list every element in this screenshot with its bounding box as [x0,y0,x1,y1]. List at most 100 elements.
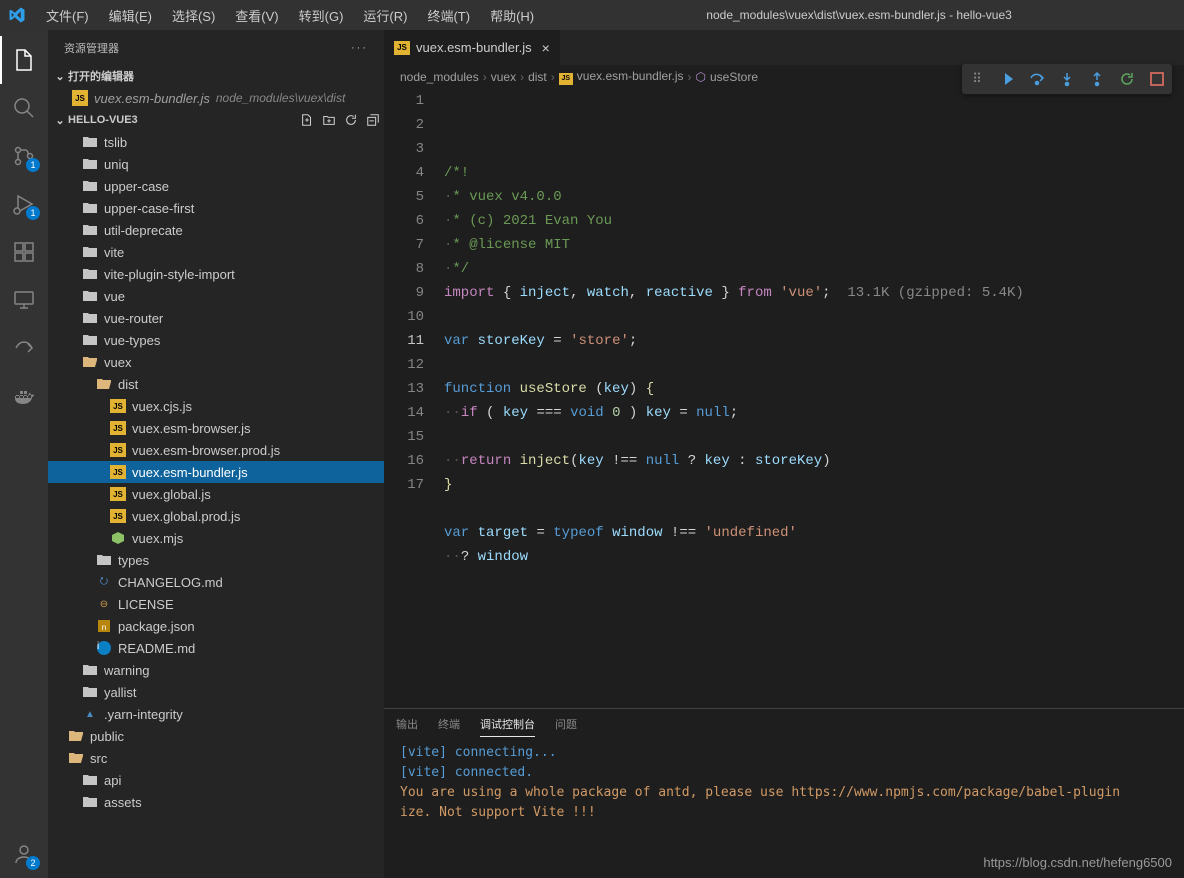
tree-item[interactable]: JSvuex.esm-bundler.js [48,461,384,483]
remote-icon[interactable] [0,276,48,324]
tree-item[interactable]: vite-plugin-style-import [48,263,384,285]
run-debug-icon[interactable]: 1 [0,180,48,228]
line-gutter: 12345678910▷11121314151617 [384,89,444,708]
extensions-icon[interactable] [0,228,48,276]
tree-item[interactable]: JSvuex.global.js [48,483,384,505]
explorer-icon[interactable] [0,36,48,84]
panel-tab[interactable]: 输出 [396,712,418,736]
close-icon[interactable]: × [542,40,550,56]
open-editor-item[interactable]: JS vuex.esm-bundler.js node_modules\vuex… [48,87,384,109]
source-control-icon[interactable]: 1 [0,132,48,180]
tree-label: vuex [104,355,131,370]
folder-icon [82,794,98,810]
new-file-icon[interactable] [300,113,314,127]
menu-item[interactable]: 运行(R) [355,2,415,29]
menu-item[interactable]: 文件(F) [38,2,97,29]
tree-item[interactable]: upper-case [48,175,384,197]
tree-item[interactable]: JSvuex.esm-browser.prod.js [48,439,384,461]
tree-item[interactable]: JSvuex.cjs.js [48,395,384,417]
tree-item[interactable]: vuex [48,351,384,373]
tree-item[interactable]: yallist [48,681,384,703]
js-file-icon: JS [394,41,410,55]
menu-item[interactable]: 选择(S) [164,2,223,29]
search-icon[interactable] [0,84,48,132]
open-editors-label: 打开的编辑器 [68,68,134,84]
breadcrumb-item[interactable]: node_modules [400,70,479,84]
tree-item[interactable]: vuex.mjs [48,527,384,549]
tree-item[interactable]: tslib [48,131,384,153]
tree-item[interactable]: vue-router [48,307,384,329]
folder-open-icon [82,354,98,370]
tree-item[interactable]: ⊖LICENSE [48,593,384,615]
refresh-icon[interactable] [344,113,358,127]
folder-icon [82,266,98,282]
tree-item[interactable]: iREADME.md [48,637,384,659]
tree-label: upper-case [104,179,169,194]
folder-icon [82,178,98,194]
tree-label: package.json [118,619,195,634]
tree-item[interactable]: dist [48,373,384,395]
tree-item[interactable]: ▲.yarn-integrity [48,703,384,725]
tree-item[interactable]: warning [48,659,384,681]
menu-item[interactable]: 终端(T) [419,2,478,29]
tree-item[interactable]: ⭮CHANGELOG.md [48,571,384,593]
tree-item[interactable]: src [48,747,384,769]
folder-icon [82,134,98,150]
tree-item[interactable]: vue [48,285,384,307]
tree-item[interactable]: JSvuex.global.prod.js [48,505,384,527]
tree-item[interactable]: upper-case-first [48,197,384,219]
breadcrumb-item[interactable]: dist [528,70,547,84]
file-tree: tslib uniq upper-case upper-case-firstutil-… [48,131,384,878]
editor-body[interactable]: 12345678910▷11121314151617 /*!·* vuex v4… [384,89,1184,708]
tree-item[interactable]: JSvuex.esm-browser.js [48,417,384,439]
tree-item[interactable]: assets [48,791,384,813]
tree-item[interactable]: vite [48,241,384,263]
tree-item[interactable]: vue-types [48,329,384,351]
restart-icon[interactable] [1118,70,1136,88]
code-content[interactable]: /*!·* vuex v4.0.0·* (c) 2021 Evan You·* … [444,89,1184,708]
tree-item[interactable]: util-deprecate [48,219,384,241]
accounts-icon[interactable]: 2 [0,830,48,878]
docker-icon[interactable] [0,372,48,420]
panel-tab[interactable]: 调试控制台 [480,712,535,737]
menu-item[interactable]: 编辑(E) [101,2,160,29]
step-over-icon[interactable] [1028,70,1046,88]
collapse-all-icon[interactable] [366,113,380,127]
workspace-section[interactable]: ⌄ HELLO-VUE3 [48,109,384,131]
tree-label: vue-types [104,333,160,348]
tree-label: README.md [118,641,195,656]
panel-tab[interactable]: 终端 [438,712,460,736]
breadcrumb-item[interactable]: ⬡useStore [696,70,759,84]
editor-area: ⠿ JS vuex.esm-bundler.js × node_modules›… [384,30,1184,878]
tree-item[interactable]: npackage.json [48,615,384,637]
stop-icon[interactable] [1148,70,1166,88]
tab-vuex-esm-bundler[interactable]: JS vuex.esm-bundler.js × [384,30,561,65]
breadcrumb-item[interactable]: JSvuex.esm-bundler.js [559,69,684,85]
menu-item[interactable]: 查看(V) [227,2,286,29]
tree-label: vuex.global.js [132,487,211,502]
tree-label: vue [104,289,125,304]
tree-item[interactable]: types [48,549,384,571]
tree-item[interactable]: public [48,725,384,747]
tree-item[interactable]: api [48,769,384,791]
js-icon: JS [110,442,126,458]
menu-item[interactable]: 帮助(H) [482,2,542,29]
menu-item[interactable]: 转到(G) [291,2,352,29]
tree-label: warning [104,663,150,678]
drag-handle-icon[interactable]: ⠿ [968,70,986,88]
step-into-icon[interactable] [1058,70,1076,88]
share-icon[interactable] [0,324,48,372]
tree-label: CHANGELOG.md [118,575,223,590]
tree-item[interactable]: uniq [48,153,384,175]
license-icon: ⊖ [96,596,112,612]
tree-label: vuex.esm-bundler.js [132,465,248,480]
tree-label: tslib [104,135,127,150]
continue-icon[interactable] [998,70,1016,88]
more-icon[interactable]: ··· [351,42,368,54]
breadcrumb-item[interactable]: vuex [491,70,516,84]
step-out-icon[interactable] [1088,70,1106,88]
editor-tabs: JS vuex.esm-bundler.js × [384,30,1184,65]
new-folder-icon[interactable] [322,113,336,127]
panel-tab[interactable]: 问题 [555,712,577,736]
open-editors-section[interactable]: ⌄ 打开的编辑器 [48,65,384,87]
